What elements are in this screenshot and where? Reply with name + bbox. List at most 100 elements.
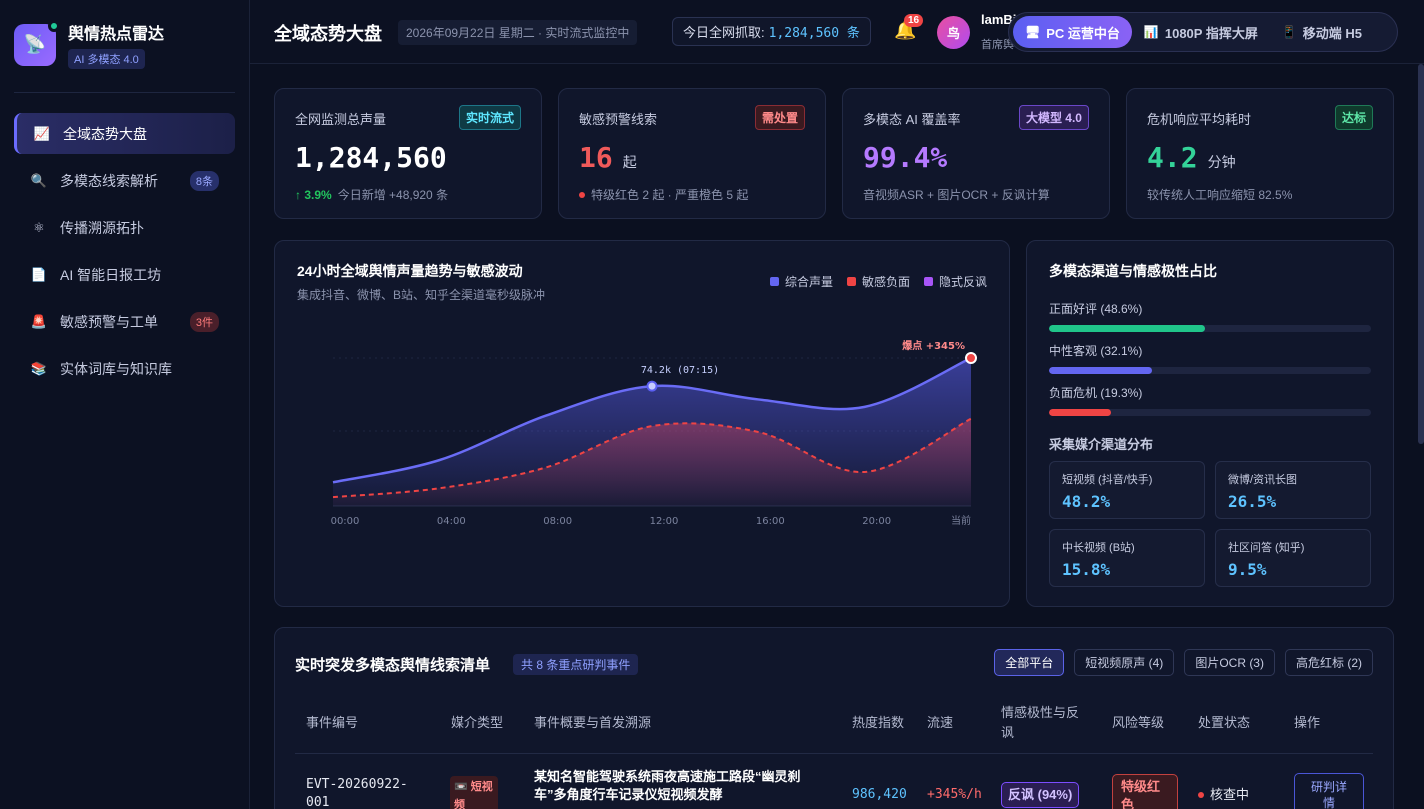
- channel-value: 15.8%: [1062, 560, 1111, 579]
- view-label: 1080P 指挥大屏: [1164, 25, 1258, 41]
- kpi-tag: 需处置: [754, 105, 805, 130]
- channel-name: 微博/资讯长图: [1228, 474, 1298, 486]
- sidebar-item-label: 传播溯源拓扑: [60, 219, 144, 236]
- peak-point[interactable]: [646, 380, 658, 392]
- view-bigscreen-button[interactable]: 📊 1080P 指挥大屏: [1132, 16, 1270, 48]
- col-header-speed: 流速: [927, 715, 954, 730]
- channel-value: 26.5%: [1228, 492, 1277, 511]
- channel-grid: 短视频 (抖音/快手) 48.2% 微博/资讯长图 26.5% 中长视频 (B站…: [1049, 461, 1371, 587]
- sentiment-label: 负面危机 (19.3%): [1049, 386, 1143, 400]
- status-text: 核查中: [1210, 787, 1250, 802]
- kpi-tag: 大模型 4.0: [1018, 105, 1089, 130]
- radar-logo-icon: 📡: [14, 19, 60, 66]
- view-mode-switch: 🖥 PC 运营中台 📊 1080P 指挥大屏 📱 移动端 H5: [1008, 12, 1398, 52]
- events-table-card: 实时突发多模态舆情线索清单 共 8 条重点研判事件 全部平台 短视频原声 (4)…: [274, 627, 1394, 809]
- live-status-dot: [48, 19, 60, 32]
- filter-short-video[interactable]: 短视频原声 (4): [1074, 649, 1175, 676]
- filter-ocr[interactable]: 图片OCR (3): [1184, 649, 1275, 676]
- channel-weibo[interactable]: 微博/资讯长图 26.5%: [1215, 461, 1371, 519]
- col-header-summary: 事件概要与首发溯源: [534, 715, 652, 730]
- sidebar-item-dashboard[interactable]: 📈 全域态势大盘: [14, 113, 235, 154]
- sidebar-item-label: 实体词库与知识库: [60, 360, 172, 377]
- view-label: PC 运营中台: [1046, 25, 1120, 41]
- kpi-title: 敏感预警线索: [579, 112, 658, 127]
- sentiment-card: 多模态渠道与情感极性占比 正面好评 (48.6%) 中性客观 (32.1%) 负…: [1026, 240, 1394, 607]
- view-pc-button[interactable]: 🖥 PC 运营中台: [1013, 16, 1132, 48]
- detail-button[interactable]: 研判详情: [1294, 773, 1364, 809]
- kpi-sub-text: 今日新增 +48,920 条: [337, 188, 449, 202]
- crawl-label: 今日全网抓取:: [683, 25, 765, 40]
- sidebar-divider: [14, 92, 235, 93]
- channel-short-video[interactable]: 短视频 (抖音/快手) 48.2%: [1049, 461, 1205, 519]
- risk-chip: 特级红色: [1112, 774, 1178, 809]
- books-icon: 📚: [30, 360, 48, 376]
- kpi-value: 99.4%: [863, 141, 948, 174]
- sentiment-label: 中性客观 (32.1%): [1049, 344, 1143, 358]
- kpi-card-sensitive-alerts: 敏感预警线索 需处置 16 起 特级红色 2 起 · 严重橙色 5 起: [558, 88, 826, 219]
- table-count-badge: 共 8 条重点研判事件: [513, 654, 639, 675]
- view-label: 移动端 H5: [1302, 25, 1363, 41]
- sentiment-fill: [1049, 325, 1206, 332]
- sidebar-item-alerts[interactable]: 🚨 敏感预警与工单 3件: [14, 301, 235, 342]
- sidebar-item-multimodal[interactable]: 🔍 多模态线索解析 8条: [14, 160, 235, 201]
- channel-zhihu[interactable]: 社区问答 (知乎) 9.5%: [1215, 529, 1371, 587]
- sidebar-item-label: AI 智能日报工坊: [60, 266, 162, 283]
- channel-value: 9.5%: [1228, 560, 1267, 579]
- avatar[interactable]: 鸟: [937, 16, 970, 49]
- burst-point[interactable]: [965, 352, 977, 364]
- sidebar-item-topology[interactable]: ⚛ 传播溯源拓扑: [14, 207, 235, 248]
- page-title: 全域态势大盘: [274, 24, 382, 44]
- sentiment-fill: [1049, 409, 1112, 416]
- col-header-action: 操作: [1294, 715, 1321, 730]
- document-icon: 📄: [30, 266, 48, 282]
- sentiment-track: [1049, 409, 1371, 416]
- kpi-card-response-time: 危机响应平均耗时 达标 4.2 分钟 较传统人工响应缩短 82.5%: [1126, 88, 1394, 219]
- burst-annotation: 爆点 +345%: [902, 339, 965, 352]
- sentiment-title: 多模态渠道与情感极性占比: [1049, 263, 1217, 279]
- channel-bilibili[interactable]: 中长视频 (B站) 15.8%: [1049, 529, 1205, 587]
- x-tick-label: 当前: [951, 514, 971, 527]
- event-summary[interactable]: 某知名智能驾驶系统雨夜高速施工路段“幽灵刹车”多角度行车记录仪短视频发酵: [534, 768, 829, 804]
- col-header-status: 处置状态: [1198, 715, 1251, 730]
- kpi-growth: ↑ 3.9%: [295, 188, 332, 202]
- channel-name: 短视频 (抖音/快手): [1062, 474, 1153, 486]
- sentiment-label: 正面好评 (48.6%): [1049, 302, 1143, 316]
- kpi-sub-text: 特级红色 2 起 · 严重橙色 5 起: [591, 188, 749, 202]
- channel-name: 中长视频 (B站): [1062, 542, 1135, 554]
- red-dot-icon: [579, 192, 585, 198]
- col-header-risk: 风险等级: [1112, 715, 1165, 730]
- crawl-value: 1,284,560 条: [768, 26, 860, 41]
- heat-index: 986,420: [852, 787, 907, 802]
- chart-up-icon: 📈: [33, 125, 51, 141]
- platform-filters: 全部平台 短视频原声 (4) 图片OCR (3) 高危红标 (2): [984, 649, 1373, 676]
- view-mobile-button[interactable]: 📱 移动端 H5: [1270, 16, 1374, 48]
- sentiment-chip: 反讽 (94%): [1001, 782, 1080, 808]
- monitor-icon: 🖥: [1025, 25, 1041, 39]
- siren-icon: 🚨: [30, 313, 48, 329]
- kpi-value: 16 起: [579, 141, 637, 174]
- crawl-counter: 今日全网抓取: 1,284,560 条: [672, 17, 871, 46]
- x-tick-label: 00:00: [331, 516, 360, 527]
- kpi-number: 16: [579, 141, 613, 174]
- kpi-sub: 特级红色 2 起 · 严重橙色 5 起: [579, 186, 748, 203]
- kpi-title: 全网监测总声量: [295, 112, 387, 127]
- x-tick-label: 04:00: [437, 516, 466, 527]
- sentiment-positive: 正面好评 (48.6%): [1049, 300, 1371, 332]
- kpi-number: 4.2: [1147, 141, 1198, 174]
- kpi-title: 多模态 AI 覆盖率: [863, 112, 961, 127]
- channel-title: 采集媒介渠道分布: [1049, 437, 1154, 452]
- filter-all[interactable]: 全部平台: [994, 649, 1065, 676]
- notification-count-badge: 16: [904, 14, 924, 27]
- filter-high-risk[interactable]: 高危红标 (2): [1284, 649, 1373, 676]
- sidebar-item-label: 全域态势大盘: [63, 125, 147, 142]
- x-tick-label: 12:00: [650, 516, 679, 527]
- kpi-title: 危机响应平均耗时: [1147, 112, 1252, 127]
- sidebar-item-daily-report[interactable]: 📄 AI 智能日报工坊: [14, 254, 235, 295]
- kpi-value: 4.2 分钟: [1147, 141, 1236, 174]
- channel-name: 社区问答 (知乎): [1228, 542, 1305, 554]
- sidebar-item-label: 多模态线索解析: [60, 172, 158, 189]
- sidebar-item-knowledge[interactable]: 📚 实体词库与知识库: [14, 348, 235, 389]
- media-type-chip: 📼 短视频: [450, 776, 498, 809]
- x-tick-label: 08:00: [543, 516, 572, 527]
- page-scrollbar[interactable]: [1418, 64, 1424, 444]
